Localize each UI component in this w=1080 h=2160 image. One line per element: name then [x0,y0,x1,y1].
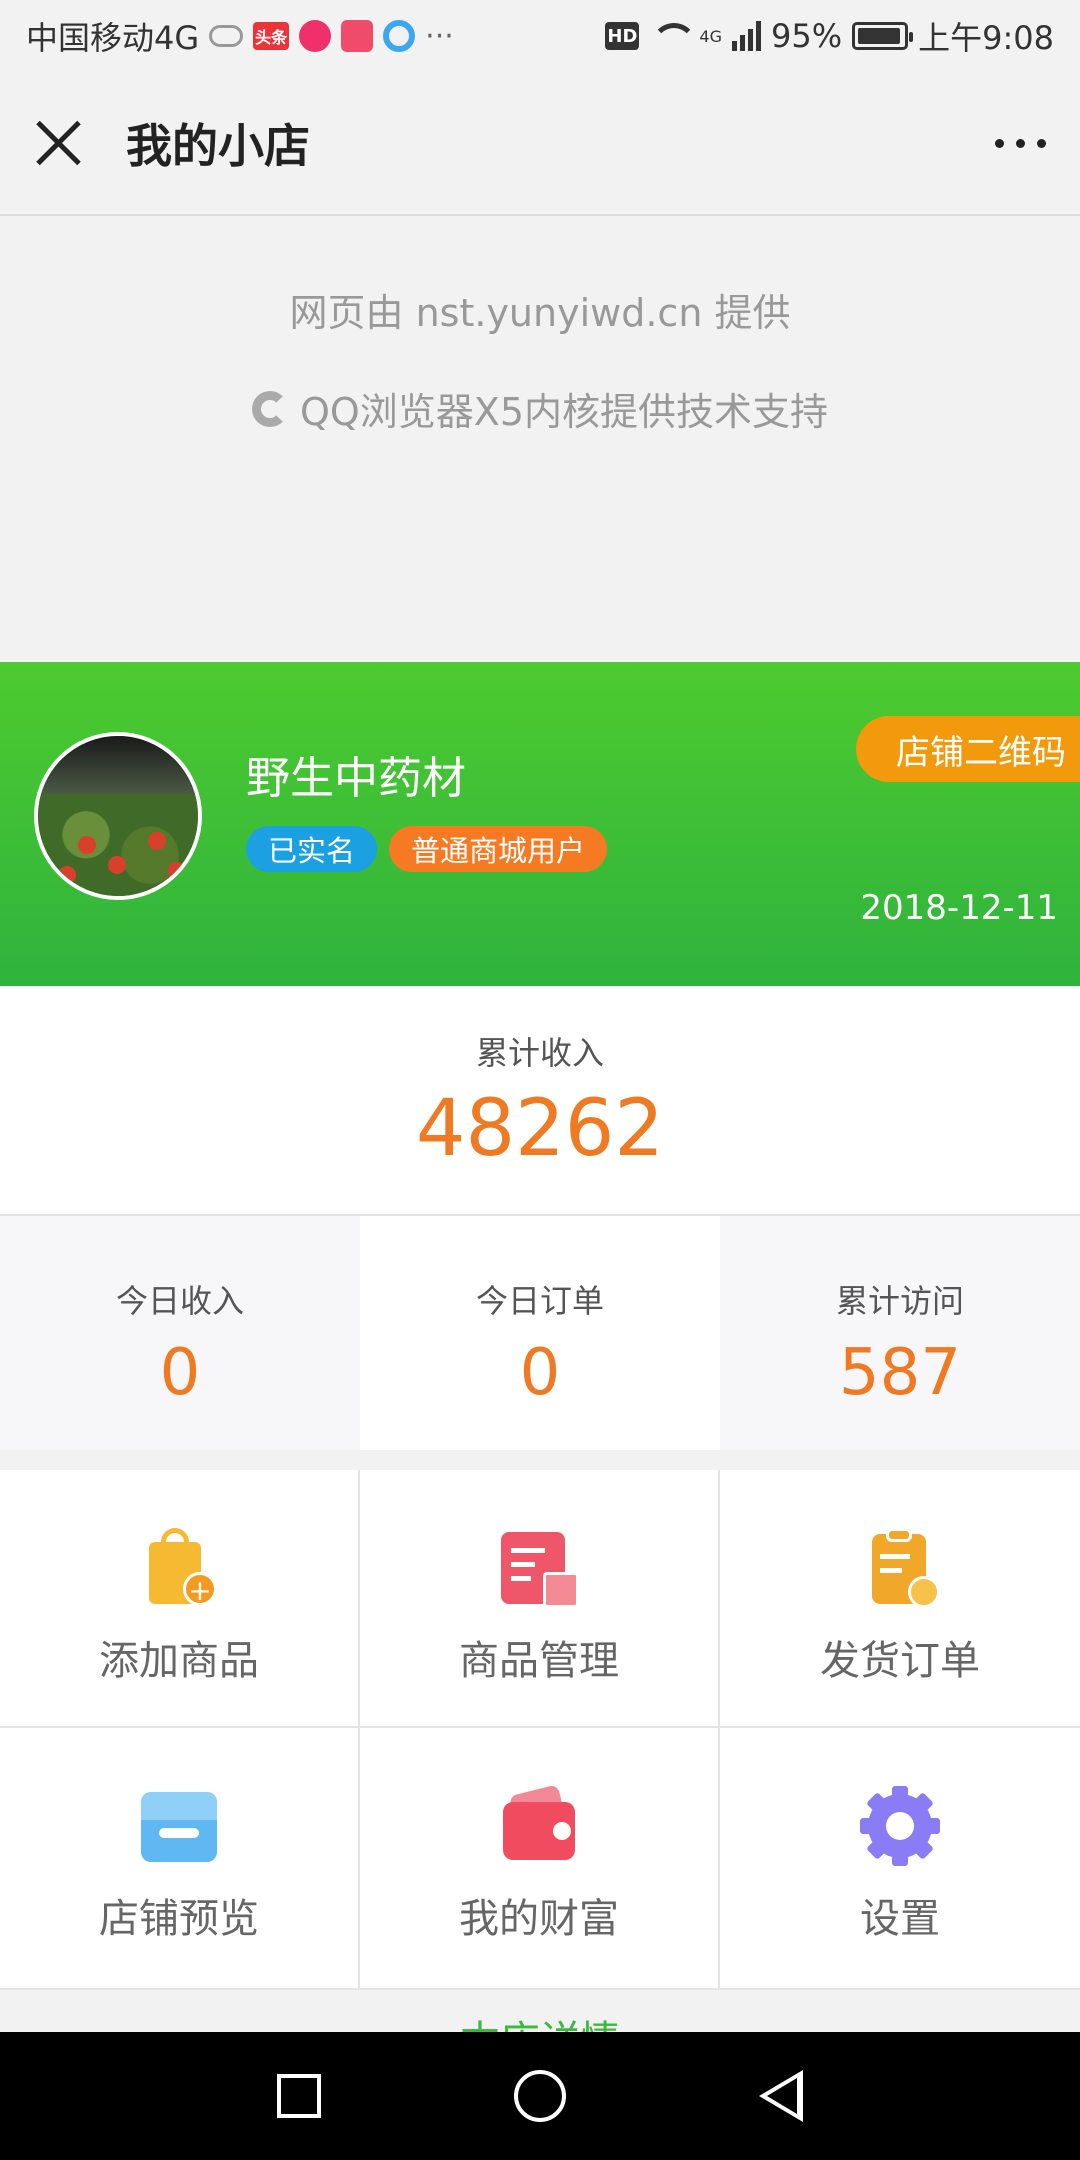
menu-label: 设置 [860,1896,940,1942]
back-button[interactable] [759,2070,804,2122]
shop-badges: 已实名 普通商城用户 [246,826,608,872]
total-income-value: 48262 [415,1084,665,1174]
cloud-icon [209,25,244,47]
stat-label: 今日收入 [115,1282,244,1320]
home-button[interactable] [513,2070,566,2122]
menu-store-preview[interactable]: 店铺预览 [0,1728,360,1990]
stat-today-income: 今日收入 0 [0,1216,360,1450]
clock: 上午9:08 [918,19,1054,57]
next-section-title: 本店详情 [460,2008,620,2032]
stat-total-visits: 累计访问 587 [720,1216,1080,1450]
stat-value: 0 [159,1336,201,1410]
provider-domain-text: 网页由 nst.yunyiwd.cn 提供 [289,291,791,335]
more-options-icon[interactable] [995,138,1046,148]
verified-badge: 已实名 [246,826,378,872]
hd-icon: HD [605,22,640,50]
menu-shipping-orders[interactable]: 发货订单 [720,1470,1080,1728]
title-bar: 我的小店 [0,72,1080,216]
menu-label: 店铺预览 [99,1896,259,1942]
menu-label: 商品管理 [459,1638,619,1684]
qq-browser-logo-icon [251,390,288,427]
stat-value: 587 [838,1336,962,1410]
stat-today-orders: 今日订单 0 [360,1216,720,1450]
menu-label: 发货订单 [820,1638,980,1684]
page-title: 我的小店 [126,119,310,173]
system-nav-bar [0,2032,1080,2160]
shopping-bag-add-icon: + [139,1528,219,1608]
shop-menu-grid: + 添加商品 商品管理 发货订单 店铺预览 我的财富 设置 [0,1470,1080,1990]
provider-engine-text: QQ浏览器X5内核提供技术支持 [0,381,1080,436]
carrier-label: 中国移动4G [26,19,200,57]
signal-icon [732,21,761,51]
user-type-badge: 普通商城用户 [389,826,608,872]
battery-icon [852,22,914,50]
gear-icon [860,1786,940,1866]
toutiao-icon: 头条 [253,22,290,50]
wifi-icon [649,21,698,51]
network-type: 4G [699,26,722,46]
delivery-order-icon [860,1528,940,1608]
total-income-label: 累计收入 [475,1034,604,1072]
more-notifications-icon: ··· [425,18,454,54]
reader-app-icon [341,20,374,52]
video-app-icon [299,20,332,52]
status-bar: 中国移动4G 头条 ··· HD 4G 95% 上午9:08 [0,0,1080,72]
goods-manage-icon [499,1528,579,1608]
battery-percent: 95% [771,17,843,55]
stats-row: 今日收入 0 今日订单 0 累计访问 587 [0,1216,1080,1450]
menu-product-management[interactable]: 商品管理 [360,1470,720,1728]
provider-engine-label: QQ浏览器X5内核提供技术支持 [299,390,829,434]
shop-avatar[interactable] [34,732,202,900]
stat-label: 今日订单 [475,1282,604,1320]
recent-apps-button[interactable] [276,2074,321,2118]
menu-settings[interactable]: 设置 [720,1728,1080,1990]
stat-value: 0 [519,1336,561,1410]
shop-name: 野生中药材 [246,753,466,804]
next-section-peek: 本店详情 [0,1990,1080,2032]
menu-label: 添加商品 [99,1638,259,1684]
shop-qr-code-button[interactable]: 店铺二维码 [856,716,1080,782]
shop-date: 2018-12-11 [860,888,1058,928]
stat-label: 累计访问 [835,1282,964,1320]
close-icon[interactable] [34,118,84,168]
shop-header: 野生中药材 已实名 普通商城用户 店铺二维码 2018-12-11 [0,662,1080,986]
menu-my-wealth[interactable]: 我的财富 [360,1728,720,1990]
total-income-panel: 累计收入 48262 [0,986,1080,1216]
menu-add-product[interactable]: + 添加商品 [0,1470,360,1728]
store-preview-icon [139,1786,219,1866]
menu-label: 我的财富 [459,1896,619,1942]
wallet-icon [499,1784,579,1866]
page-provider-info: 网页由 nst.yunyiwd.cn 提供 QQ浏览器X5内核提供技术支持 [0,216,1080,662]
qq-browser-icon [383,20,416,52]
